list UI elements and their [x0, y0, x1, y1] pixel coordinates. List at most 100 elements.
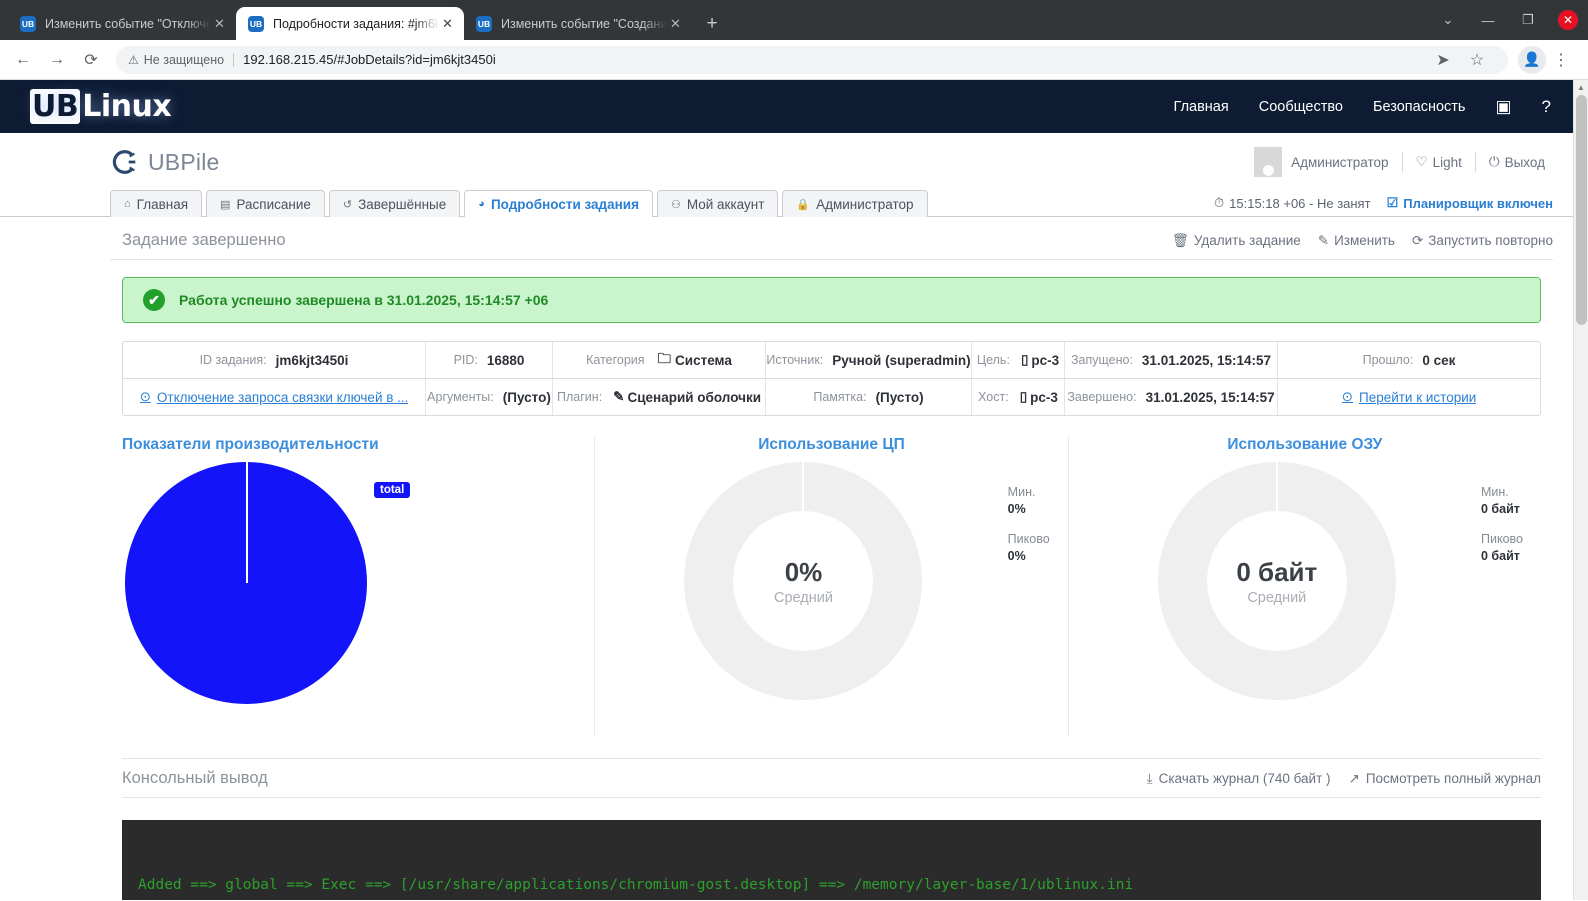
cell-history[interactable]: ⊙ Перейти к истории — [1278, 379, 1540, 415]
cell-label: Источник: — [766, 353, 824, 367]
tab-close-icon[interactable]: ✕ — [667, 15, 684, 32]
site-topnav: UB Linux Главная Сообщество Безопасность … — [0, 80, 1573, 133]
avatar — [1254, 147, 1283, 177]
minimize-button[interactable]: — — [1468, 0, 1508, 40]
legend-item-total[interactable]: total — [374, 482, 411, 498]
delete-job-button[interactable]: 🗑 Удалить задание — [1172, 233, 1301, 249]
tab-favicon-icon: UB — [248, 15, 264, 32]
page-scrollbar[interactable]: ▲ — [1573, 80, 1588, 900]
cell-value: jm6kjt3450i — [275, 352, 349, 368]
window-close-button[interactable]: ✕ — [1548, 0, 1588, 40]
tab-title: Изменить событие "Создани — [501, 16, 667, 31]
help-icon[interactable]: ? — [1542, 97, 1551, 117]
cell-arguments: Аргументы: (Пусто) — [426, 379, 553, 415]
reload-icon[interactable]: ⟳ — [76, 45, 106, 75]
tab-home[interactable]: ⌂ Главная — [110, 190, 203, 217]
tab-close-icon[interactable]: ✕ — [211, 15, 228, 32]
tab-administrator[interactable]: 🔒 Администратор — [782, 190, 928, 217]
cell-finished: Завершено: 31.01.2025, 15:14:57 — [1065, 379, 1278, 415]
new-tab-button[interactable]: + — [698, 9, 726, 37]
download-log-label: Скачать журнал (740 байт ) — [1158, 771, 1331, 786]
cell-label: Запущено: — [1070, 353, 1133, 367]
ublinux-logo[interactable]: UB Linux — [30, 89, 172, 124]
maximize-button[interactable]: ❐ — [1508, 0, 1548, 40]
tab-label: Администратор — [816, 196, 914, 212]
cell-value: 31.01.2025, 15:14:57 — [1141, 352, 1272, 368]
download-log-button[interactable]: ⤓ Скачать журнал (740 байт ) — [1147, 771, 1331, 787]
delete-job-label: Удалить задание — [1193, 233, 1301, 248]
address-bar[interactable]: ⚠ Не защищено 192.168.215.45/#JobDetails… — [116, 45, 1508, 75]
job-section-header: Задание завершенно 🗑 Удалить задание ✎ И… — [110, 217, 1553, 260]
stat-value-min: 0 байт — [1481, 501, 1520, 516]
browser-tab-1[interactable]: UB Изменить событие "Отключе ✕ — [8, 7, 236, 40]
view-full-log-button[interactable]: ↗ Посмотреть полный журнал — [1349, 771, 1541, 787]
topnav-link-home[interactable]: Главная — [1174, 99, 1229, 115]
console-line: Added ==> global ==> Exec ==> [/usr/shar… — [138, 877, 1134, 893]
cell-label: Цель: — [976, 353, 1010, 367]
stat-label-peak: Пиково — [1007, 531, 1050, 546]
profile-avatar-icon[interactable]: 👤 — [1518, 45, 1546, 74]
tab-job-details[interactable]: ◕ Подробности задания — [464, 190, 653, 217]
pie-slice-total[interactable] — [125, 462, 367, 704]
cell-value: (Пусто) — [875, 389, 924, 405]
ubpile-logo[interactable]: UBPile — [110, 147, 220, 177]
user-icon: ⚇ — [670, 198, 681, 211]
security-indicator[interactable]: ⚠ Не защищено — [128, 52, 235, 67]
cell-value: (Пусто) — [502, 389, 551, 405]
external-link-icon: ↗ — [1348, 770, 1360, 786]
divider — [1401, 152, 1403, 172]
chart-stats: Мин. 0% Пиково 0% — [1008, 484, 1050, 578]
tab-label: Мой аккаунт — [686, 196, 765, 212]
script-icon: ✎ — [613, 389, 625, 404]
scrollbar-thumb[interactable] — [1576, 95, 1587, 325]
cell-job-name[interactable]: ⊙ Отключение запроса связки ключей в ... — [123, 379, 426, 415]
logout-label: Выход — [1504, 154, 1545, 170]
url-text[interactable]: 192.168.215.45/#JobDetails?id=jm6kjt3450… — [243, 52, 496, 67]
folder-icon: 🗀 — [657, 350, 672, 366]
theme-toggle[interactable]: ♡ Light — [1416, 154, 1462, 170]
logout-button[interactable]: ⏻ Выход — [1489, 154, 1545, 170]
cube-icon[interactable]: ▣ — [1495, 97, 1511, 117]
table-row: ID задания: jm6kjt3450i PID: 16880 Катег… — [123, 342, 1540, 379]
back-icon[interactable]: ← — [8, 45, 38, 75]
history-link[interactable]: ⊙ Перейти к истории — [1342, 389, 1477, 405]
topnav-link-community[interactable]: Сообщество — [1259, 99, 1343, 115]
tab-close-icon[interactable]: ✕ — [439, 15, 456, 32]
lock-icon: 🔒 — [796, 198, 811, 211]
job-name-link[interactable]: ⊙ Отключение запроса связки ключей в ... — [140, 389, 409, 405]
scheduler-status[interactable]: ☑ Планировщик включен — [1387, 195, 1553, 211]
donut-ring[interactable]: 0 байт Средний — [1157, 462, 1396, 700]
rerun-job-button[interactable]: ⟳ Запустить повторно — [1412, 233, 1553, 249]
cell-label: Хост: — [978, 390, 1009, 404]
tab-completed[interactable]: ↺ Завершённые — [328, 190, 461, 217]
share-icon[interactable]: ➤ — [1428, 45, 1458, 75]
scroll-up-icon[interactable]: ▲ — [1574, 80, 1588, 95]
chart-performance: Показатели производительности total — [122, 436, 594, 736]
chart-title: Использование ЦП — [758, 436, 905, 453]
donut-ring[interactable]: 0% Средний — [684, 462, 923, 700]
cell-label: Плагин: — [557, 390, 603, 404]
success-alert-text: Работа успешно завершена в 31.01.2025, 1… — [179, 292, 549, 308]
donut-center: 0 байт Средний — [1206, 511, 1347, 651]
clock-icon: ⏱ — [1214, 195, 1225, 210]
tab-label: Подробности задания — [490, 196, 639, 212]
forward-icon[interactable]: → — [42, 45, 72, 75]
cell-pid: PID: 16880 — [426, 342, 553, 378]
tab-schedule[interactable]: ▤ Расписание — [206, 190, 325, 217]
chart-title: Показатели производительности — [122, 436, 379, 453]
tab-title: Изменить событие "Отключе — [45, 16, 211, 31]
edit-job-button[interactable]: ✎ Изменить — [1318, 233, 1395, 249]
tab-my-account[interactable]: ⚇ Мой аккаунт — [656, 190, 779, 217]
pie-icon: ◕ — [478, 198, 485, 210]
chart-cpu-usage: Использование ЦП 0% Средний Мин. 0% Пико… — [594, 436, 1067, 736]
bookmark-star-icon[interactable]: ☆ — [1462, 45, 1492, 75]
browser-tab-3[interactable]: UB Изменить событие "Создани ✕ — [464, 7, 692, 40]
topnav-link-security[interactable]: Безопасность — [1373, 99, 1466, 115]
history-link-label: Перейти к истории — [1358, 389, 1477, 405]
console-actions: ⤓ Скачать журнал (740 байт ) ↗ Посмотрет… — [1147, 771, 1541, 787]
tab-search-chevron-icon[interactable]: ⌄ — [1428, 0, 1468, 40]
browser-menu-icon[interactable]: ⋮ — [1546, 45, 1576, 75]
console-output[interactable]: Added ==> global ==> Exec ==> [/usr/shar… — [122, 820, 1541, 900]
home-icon: ⌂ — [124, 198, 131, 210]
browser-tab-2[interactable]: UB Подробности задания: #jm6k ✕ — [236, 7, 464, 40]
